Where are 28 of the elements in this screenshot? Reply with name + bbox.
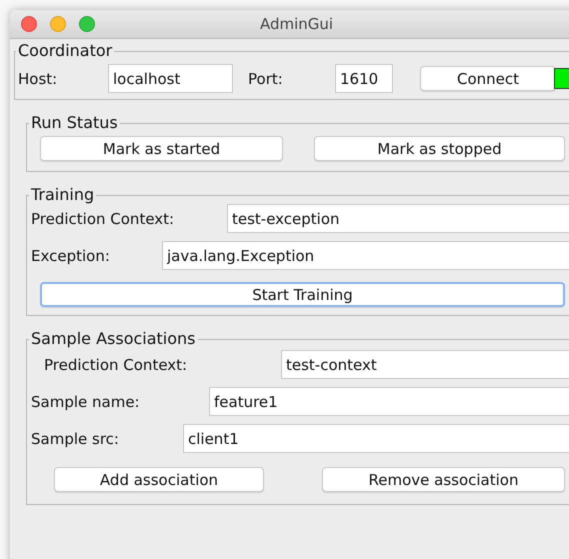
association-button[interactable]: Remove association [322, 467, 565, 492]
text-field[interactable]: java.lang.Exception [162, 241, 569, 270]
host-field[interactable]: localhost [108, 64, 233, 93]
group-title: Coordinator [17, 42, 114, 60]
group-title: Training [30, 186, 96, 204]
field-label: Sample src: [31, 430, 120, 448]
field-label: Prediction Context: [43, 356, 188, 374]
start-training-button[interactable]: Start Training [40, 282, 565, 307]
field-label: Exception: [31, 246, 111, 264]
field-label: Prediction Context: [31, 210, 176, 228]
zoom-button[interactable] [79, 16, 95, 32]
field-label: Sample name: [31, 392, 141, 410]
text-field[interactable]: test-context [281, 350, 569, 379]
group-title: Run Status [30, 114, 119, 132]
minimize-button[interactable] [50, 16, 66, 32]
connect-button[interactable]: Connect [420, 66, 556, 91]
mark-button[interactable]: Mark as stopped [314, 136, 565, 161]
text-field[interactable]: client1 [183, 424, 569, 453]
host-label: Host: [18, 70, 58, 88]
port-field[interactable]: 1610 [335, 64, 393, 93]
association-button[interactable]: Add association [54, 467, 264, 492]
text-field[interactable]: feature1 [209, 387, 569, 416]
close-button[interactable] [21, 16, 37, 32]
port-label: Port: [248, 70, 284, 88]
mark-button[interactable]: Mark as started [40, 136, 283, 161]
window-title: AdminGui [260, 15, 334, 33]
text-field[interactable]: test-exception [227, 204, 569, 233]
group-title: Sample Associations [30, 330, 197, 348]
